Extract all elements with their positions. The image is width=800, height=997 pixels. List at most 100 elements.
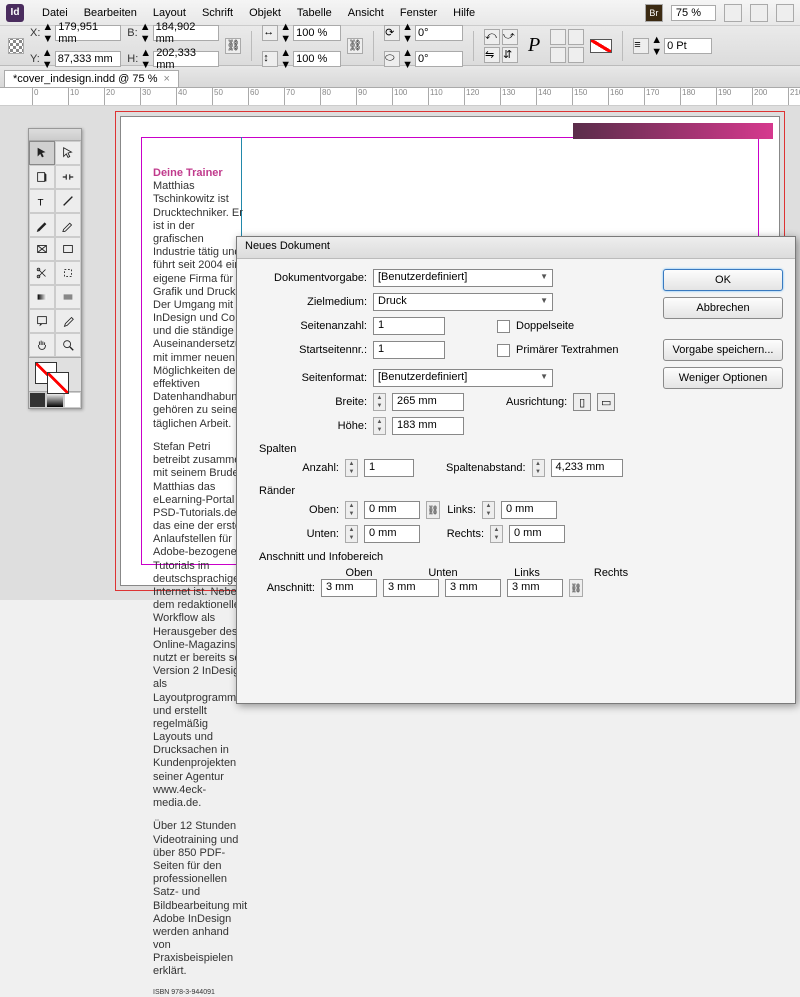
menu-fenster[interactable]: Fenster bbox=[392, 7, 445, 19]
hand-tool[interactable] bbox=[29, 333, 55, 357]
apply-gradient-icon[interactable] bbox=[46, 392, 63, 408]
line-tool[interactable] bbox=[55, 189, 81, 213]
arrange-icon[interactable] bbox=[750, 4, 768, 22]
height-field[interactable]: 183 mm bbox=[392, 417, 464, 435]
preset-select[interactable]: [Benutzerdefiniert] bbox=[373, 269, 553, 287]
menu-schrift[interactable]: Schrift bbox=[194, 7, 241, 19]
y-field[interactable]: 87,333 mm bbox=[55, 51, 121, 67]
ok-button[interactable]: OK bbox=[663, 269, 783, 291]
fewer-options-button[interactable]: Weniger Optionen bbox=[663, 367, 783, 389]
tools-panel-header[interactable] bbox=[29, 129, 81, 141]
char-format-icon[interactable]: P bbox=[524, 34, 544, 57]
constrain-wh-icon[interactable]: ⛓ bbox=[225, 38, 241, 54]
rectangle-tool[interactable] bbox=[55, 237, 81, 261]
scale-x-field[interactable]: 100 % bbox=[293, 25, 341, 41]
start-label: Startseitennr.: bbox=[249, 344, 367, 356]
cancel-button[interactable]: Abbrechen bbox=[663, 297, 783, 319]
bleed-top-field[interactable]: 3 mm bbox=[321, 579, 377, 597]
shear-field[interactable]: 0° bbox=[415, 51, 463, 67]
size-select[interactable]: [Benutzerdefiniert] bbox=[373, 369, 553, 387]
x-field[interactable]: 179,951 mm bbox=[55, 25, 121, 41]
reference-point-icon[interactable] bbox=[8, 38, 24, 54]
margin-right-field[interactable]: 0 mm bbox=[509, 525, 565, 543]
portrait-icon[interactable]: ▯ bbox=[573, 393, 591, 411]
fill-swatch[interactable] bbox=[590, 39, 612, 53]
menu-layout[interactable]: Layout bbox=[145, 7, 194, 19]
select-prev-icon[interactable] bbox=[550, 47, 566, 63]
close-tab-icon[interactable]: × bbox=[163, 73, 169, 85]
select-content-icon[interactable] bbox=[568, 29, 584, 45]
select-next-icon[interactable] bbox=[568, 47, 584, 63]
size-label: Seitenformat: bbox=[249, 372, 367, 384]
apply-none-icon[interactable] bbox=[64, 392, 81, 408]
menu-bearbeiten[interactable]: Bearbeiten bbox=[76, 7, 145, 19]
menu-hilfe[interactable]: Hilfe bbox=[445, 7, 483, 19]
w-field[interactable]: 184,902 mm bbox=[153, 25, 219, 41]
stroke-color[interactable] bbox=[47, 372, 69, 394]
margin-left-field[interactable]: 0 mm bbox=[501, 501, 557, 519]
menu-tabelle[interactable]: Tabelle bbox=[289, 7, 340, 19]
direct-selection-tool[interactable] bbox=[55, 141, 81, 165]
colnum-field[interactable]: 1 bbox=[364, 459, 414, 477]
link-margins-icon[interactable]: ⛓ bbox=[426, 501, 440, 519]
menu-ansicht[interactable]: Ansicht bbox=[340, 7, 392, 19]
tools-panel: T bbox=[28, 128, 82, 409]
dialog-title: Neues Dokument bbox=[237, 237, 795, 259]
rotate-field[interactable]: 0° bbox=[415, 25, 463, 41]
facing-checkbox[interactable] bbox=[497, 320, 510, 333]
app-logo: Id bbox=[6, 4, 24, 22]
intent-select[interactable]: Druck bbox=[373, 293, 553, 311]
pages-field[interactable]: 1 bbox=[373, 317, 445, 335]
flip-h-icon[interactable]: ⇋ bbox=[484, 47, 500, 63]
constrain-scale-icon[interactable]: ⛓ bbox=[347, 38, 363, 54]
pencil-tool[interactable] bbox=[55, 213, 81, 237]
margin-bottom-field[interactable]: 0 mm bbox=[364, 525, 420, 543]
stroke-weight-field[interactable]: 0 Pt bbox=[664, 38, 712, 54]
control-bar: X:▲▼179,951 mm Y:▲▼87,333 mm B:▲▼184,902… bbox=[0, 26, 800, 66]
page-tool[interactable] bbox=[29, 165, 55, 189]
fill-stroke-swatch[interactable] bbox=[29, 357, 81, 391]
link-bleed-icon[interactable]: ⛓ bbox=[569, 579, 583, 597]
bleed-left-field[interactable]: 3 mm bbox=[445, 579, 501, 597]
rotate-icon: ⟳ bbox=[384, 25, 400, 41]
rotate-90-ccw-icon[interactable]: ⤺ bbox=[484, 29, 500, 45]
gutter-field[interactable]: 4,233 mm bbox=[551, 459, 623, 477]
type-tool[interactable]: T bbox=[29, 189, 55, 213]
bridge-button[interactable]: Br bbox=[645, 4, 663, 22]
margin-top-field[interactable]: 0 mm bbox=[364, 501, 420, 519]
free-transform-tool[interactable] bbox=[55, 261, 81, 285]
select-container-icon[interactable] bbox=[550, 29, 566, 45]
eyedropper-tool[interactable] bbox=[55, 309, 81, 333]
menu-datei[interactable]: Datei bbox=[34, 7, 76, 19]
note-tool[interactable] bbox=[29, 309, 55, 333]
screen-mode-icon[interactable] bbox=[724, 4, 742, 22]
h-field[interactable]: 202,333 mm bbox=[153, 51, 219, 67]
pen-tool[interactable] bbox=[29, 213, 55, 237]
landscape-icon[interactable]: ▭ bbox=[597, 393, 615, 411]
rectangle-frame-tool[interactable] bbox=[29, 237, 55, 261]
width-field[interactable]: 265 mm bbox=[392, 393, 464, 411]
zoom-tool[interactable] bbox=[55, 333, 81, 357]
flip-v-icon[interactable]: ⇵ bbox=[502, 47, 518, 63]
menu-objekt[interactable]: Objekt bbox=[241, 7, 289, 19]
apply-color-icon[interactable] bbox=[29, 392, 46, 408]
preset-label: Dokumentvorgabe: bbox=[249, 272, 367, 284]
selection-tool[interactable] bbox=[29, 141, 55, 165]
gradient-feather-tool[interactable] bbox=[55, 285, 81, 309]
workspace-icon[interactable] bbox=[776, 4, 794, 22]
gap-tool[interactable] bbox=[55, 165, 81, 189]
scale-y-field[interactable]: 100 % bbox=[293, 51, 341, 67]
rotate-90-cw-icon[interactable]: ⤻ bbox=[502, 29, 518, 45]
save-preset-button[interactable]: Vorgabe speichern... bbox=[663, 339, 783, 361]
text-frame[interactable]: Deine Trainer Matthias Tschinkowitz ist … bbox=[153, 167, 248, 997]
bleed-right-field[interactable]: 3 mm bbox=[507, 579, 563, 597]
margin-bottom-label: Unten: bbox=[249, 528, 339, 540]
zoom-select[interactable]: 75 % bbox=[671, 5, 716, 21]
primary-checkbox[interactable] bbox=[497, 344, 510, 357]
document-tab[interactable]: *cover_indesign.indd @ 75 % × bbox=[4, 70, 179, 87]
start-field[interactable]: 1 bbox=[373, 341, 445, 359]
horizontal-ruler[interactable]: 0102030405060708090100110120130140150160… bbox=[0, 88, 800, 106]
gradient-swatch-tool[interactable] bbox=[29, 285, 55, 309]
scissors-tool[interactable] bbox=[29, 261, 55, 285]
bleed-bottom-field[interactable]: 3 mm bbox=[383, 579, 439, 597]
